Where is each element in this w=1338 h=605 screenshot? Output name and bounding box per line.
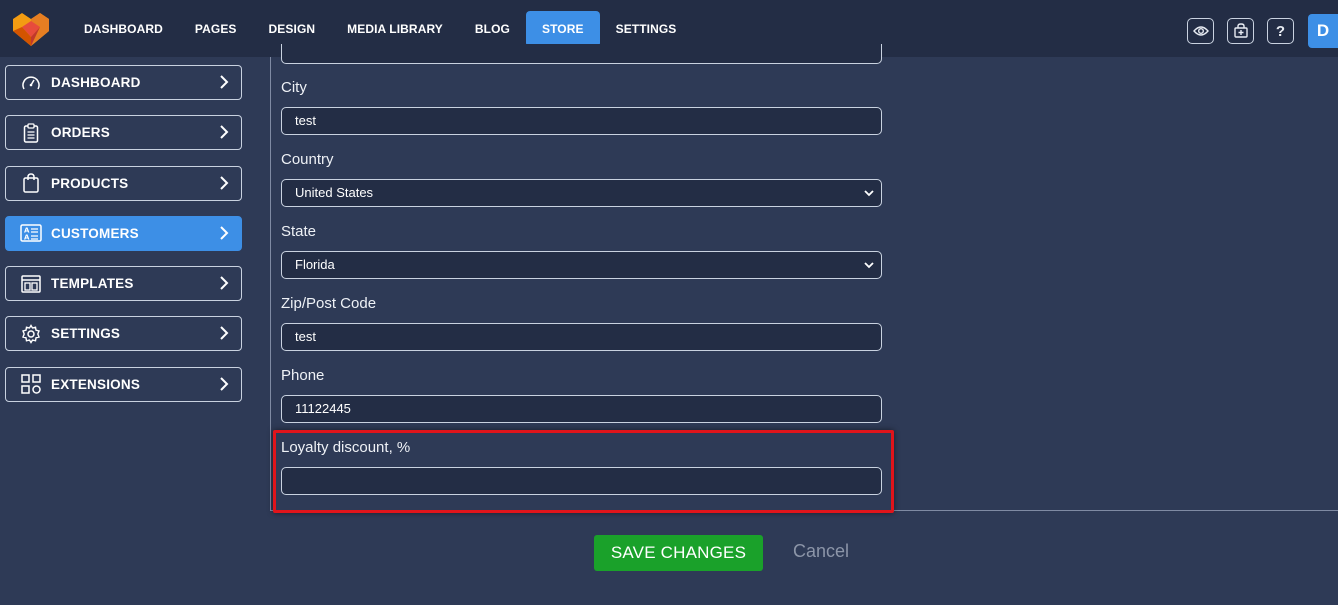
sidebar-item-products[interactable]: PRODUCTS	[5, 165, 242, 201]
state-value: Florida	[295, 257, 335, 272]
zip-input[interactable]: test	[281, 323, 882, 351]
phone-label: Phone	[281, 367, 325, 384]
save-changes-button[interactable]: SAVE CHANGES	[594, 535, 763, 571]
avatar[interactable]: D	[1308, 14, 1338, 48]
chevron-down-icon	[864, 190, 874, 197]
state-select[interactable]: Florida	[281, 251, 882, 279]
chevron-right-icon	[220, 75, 229, 89]
grid-icon	[20, 373, 42, 395]
help-glyph: ?	[1275, 22, 1286, 40]
chevron-right-icon	[220, 175, 229, 190]
chevron-down-icon	[864, 262, 874, 269]
chevron-right-icon	[220, 125, 229, 140]
zip-label: Zip/Post Code	[281, 295, 377, 312]
eye-icon[interactable]	[1187, 18, 1214, 44]
clipboard-icon	[20, 122, 42, 144]
nav-media-library[interactable]: MEDIA LIBRARY	[331, 11, 459, 47]
sidebar-item-customers[interactable]: AA CUSTOMERS	[5, 215, 242, 251]
sidebar-item-label: SETTINGS	[51, 326, 121, 342]
store-add-icon[interactable]	[1227, 18, 1254, 44]
nav-dashboard[interactable]: DASHBOARD	[68, 11, 179, 47]
sidebar-item-label: TEMPLATES	[51, 276, 134, 292]
state-label: State	[281, 223, 317, 240]
address-field-partial[interactable]	[281, 44, 882, 64]
sidebar-item-templates[interactable]: TEMPLATES	[5, 266, 242, 302]
chevron-right-icon	[220, 226, 229, 240]
shopping-bag-icon	[20, 172, 42, 194]
top-actions: ? D	[1174, 14, 1338, 48]
help-icon[interactable]: ?	[1267, 18, 1294, 44]
nav-blog[interactable]: BLOG	[459, 11, 526, 47]
sidebar: DASHBOARD ORDERS PRODUCTS AA CUSTOMERS T…	[5, 65, 242, 417]
nav-store[interactable]: STORE	[525, 11, 600, 47]
phone-input[interactable]: 11122445	[281, 395, 882, 423]
sidebar-item-dashboard[interactable]: DASHBOARD	[5, 65, 242, 100]
gauge-icon	[20, 72, 42, 94]
highlight-box	[273, 430, 894, 513]
sidebar-item-label: EXTENSIONS	[51, 376, 141, 392]
cancel-link[interactable]: Cancel	[793, 541, 849, 562]
city-label: City	[281, 79, 307, 96]
nav-pages[interactable]: PAGES	[179, 11, 253, 47]
city-input[interactable]: test	[281, 107, 882, 135]
nav-settings[interactable]: SETTINGS	[600, 11, 693, 47]
country-value: United States	[295, 185, 374, 200]
sidebar-item-settings[interactable]: SETTINGS	[5, 316, 242, 352]
svg-text:A: A	[24, 234, 30, 242]
chevron-right-icon	[220, 276, 229, 290]
logo-icon[interactable]	[12, 11, 50, 47]
nav-design[interactable]: DESIGN	[253, 11, 332, 47]
sidebar-item-orders[interactable]: ORDERS	[5, 115, 242, 151]
country-select[interactable]: United States	[281, 179, 882, 207]
sidebar-item-label: CUSTOMERS	[51, 225, 139, 241]
sidebar-item-label: ORDERS	[51, 125, 110, 141]
main-nav: DASHBOARD PAGES DESIGN MEDIA LIBRARY BLO…	[68, 11, 692, 47]
sidebar-item-extensions[interactable]: EXTENSIONS	[5, 366, 242, 402]
gear-icon	[20, 323, 42, 345]
id-card-icon: AA	[20, 222, 42, 244]
chevron-right-icon	[220, 326, 229, 341]
chevron-right-icon	[220, 377, 229, 391]
sidebar-item-label: PRODUCTS	[51, 175, 129, 191]
country-label: Country	[281, 151, 334, 168]
layout-icon	[20, 273, 42, 295]
sidebar-item-label: DASHBOARD	[51, 75, 141, 90]
